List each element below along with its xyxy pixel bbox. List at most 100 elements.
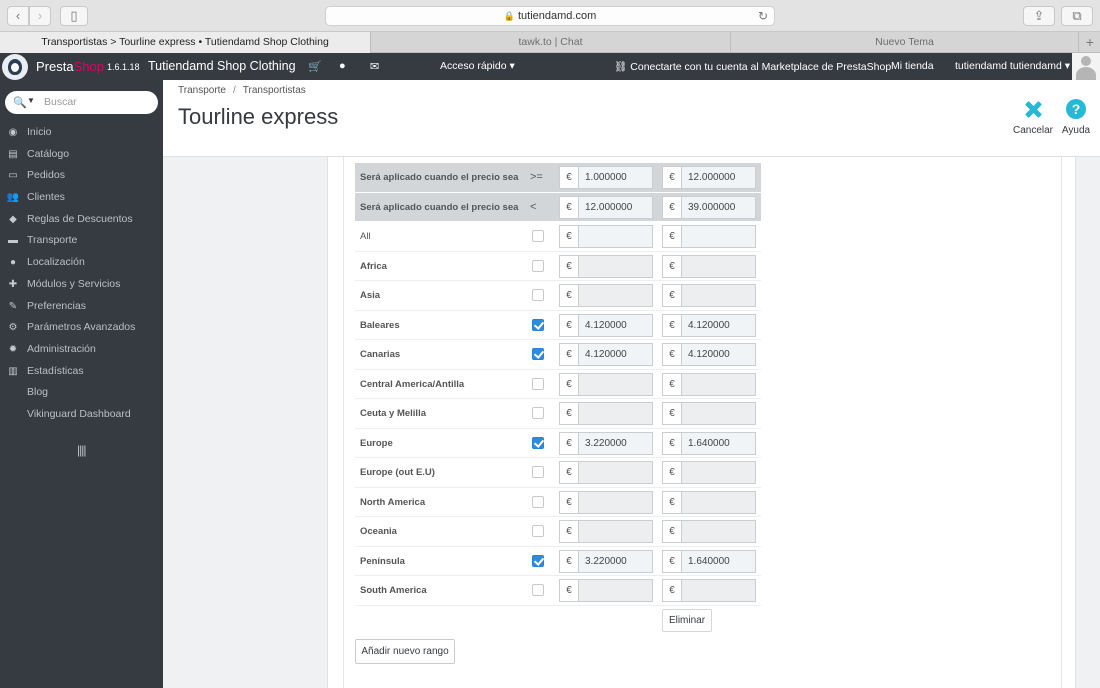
price-input[interactable]: € <box>559 402 653 425</box>
sidebar-item[interactable]: ● Localización <box>0 252 163 274</box>
zone-checkbox[interactable] <box>532 289 544 301</box>
zone-checkbox[interactable] <box>532 525 544 537</box>
price-input[interactable]: € <box>662 461 756 484</box>
address-bar[interactable]: 🔒 tutiendamd.com ↻ <box>325 6 775 26</box>
price-value[interactable]: 39.000000 <box>682 196 755 218</box>
price-value[interactable]: 3.220000 <box>579 432 652 454</box>
price-value[interactable]: 4.120000 <box>579 314 652 336</box>
sidebar-toggle-icon[interactable]: ▯ <box>60 6 88 26</box>
price-input[interactable]: € <box>662 402 756 425</box>
cart-icon[interactable]: 🛒 <box>308 60 322 73</box>
price-input[interactable]: € <box>662 579 756 602</box>
price-input[interactable]: €4.120000 <box>559 313 653 337</box>
zone-checkbox[interactable] <box>532 554 544 567</box>
collapse-menu-icon[interactable]: |||| <box>77 443 87 457</box>
marketplace-link[interactable]: ⛓ Conectarte con tu cuenta al Marketplac… <box>614 60 891 73</box>
zone-checkbox[interactable] <box>532 436 544 449</box>
sidebar-item[interactable]: ◉ Inicio <box>0 122 163 144</box>
price-input[interactable]: €1.640000 <box>662 549 756 573</box>
price-value[interactable] <box>682 491 755 513</box>
price-value[interactable]: 4.120000 <box>682 344 755 365</box>
price-value[interactable]: 12.000000 <box>682 167 755 188</box>
user-menu[interactable]: tutiendamd tutiendamd ▾ <box>955 60 1070 72</box>
price-value[interactable]: 1.000000 <box>579 167 652 188</box>
price-value[interactable] <box>682 403 755 424</box>
price-value[interactable] <box>579 491 652 513</box>
price-input[interactable]: € <box>559 372 653 396</box>
price-input[interactable]: €3.220000 <box>559 431 653 455</box>
sidebar-item[interactable]: ▬ Transporte <box>0 230 163 252</box>
new-tab-icon[interactable]: + <box>1080 32 1100 53</box>
price-input[interactable]: € <box>662 284 756 307</box>
sidebar-item[interactable]: ▥ Estadísticas <box>0 361 163 383</box>
zone-checkbox[interactable] <box>532 230 544 242</box>
forward-icon[interactable]: › <box>29 6 51 26</box>
price-value[interactable] <box>682 580 755 601</box>
sidebar-item[interactable]: ◆ Reglas de Descuentos <box>0 209 163 231</box>
price-input[interactable]: € <box>662 372 756 396</box>
cancel-button[interactable]: Cancelar <box>1011 99 1055 136</box>
avatar[interactable] <box>1072 53 1100 80</box>
sidebar-item[interactable]: ⚙ Parámetros Avanzados <box>0 317 163 339</box>
search-input[interactable]: 🔍 ▼ Buscar <box>5 91 158 114</box>
my-shop-link[interactable]: Mi tienda <box>891 60 934 72</box>
delete-range-button[interactable]: Eliminar <box>662 608 712 632</box>
sidebar-item[interactable]: ✹ Administración <box>0 339 163 361</box>
price-value[interactable] <box>682 373 755 395</box>
price-value[interactable] <box>682 285 755 306</box>
zone-checkbox[interactable] <box>532 495 544 508</box>
sidebar-item[interactable]: Blog <box>0 382 163 404</box>
quick-access-menu[interactable]: Acceso rápido ▾ <box>440 60 515 72</box>
back-icon[interactable]: ‹ <box>7 6 29 26</box>
price-input[interactable]: €4.120000 <box>662 313 756 337</box>
user-icon[interactable]: ● <box>339 60 346 72</box>
browser-tab[interactable]: tawk.to | Chat <box>371 32 731 53</box>
add-range-button[interactable]: Añadir nuevo rango <box>355 639 455 664</box>
zone-checkbox[interactable] <box>532 318 544 331</box>
price-input[interactable]: € <box>559 490 653 514</box>
share-icon[interactable]: ⇪ <box>1023 6 1055 26</box>
sidebar-item[interactable]: 👥 Clientes <box>0 187 163 209</box>
shop-name[interactable]: Tutiendamd Shop Clothing <box>148 59 296 73</box>
sidebar-item[interactable]: ▭ Pedidos <box>0 165 163 187</box>
zone-checkbox[interactable] <box>532 466 544 478</box>
zone-checkbox[interactable] <box>532 407 544 419</box>
price-input[interactable]: €4.120000 <box>559 343 653 366</box>
price-value[interactable] <box>579 255 652 277</box>
browser-tab[interactable]: Transportistas > Tourline express • Tuti… <box>0 32 371 53</box>
price-input[interactable]: €1.000000 <box>559 166 653 189</box>
sidebar-item[interactable]: ▤ Catálogo <box>0 144 163 166</box>
price-input[interactable]: € <box>662 490 756 514</box>
price-value[interactable] <box>682 521 755 542</box>
price-input[interactable]: €4.120000 <box>662 343 756 366</box>
price-value[interactable] <box>579 403 652 424</box>
price-input[interactable]: €12.000000 <box>662 166 756 189</box>
price-input[interactable]: € <box>559 520 653 543</box>
price-input[interactable]: € <box>662 254 756 278</box>
zone-checkbox[interactable] <box>532 584 544 596</box>
price-input[interactable]: € <box>662 225 756 248</box>
brand-name[interactable]: PrestaShop <box>36 59 104 74</box>
price-input[interactable]: € <box>559 461 653 484</box>
price-input[interactable]: € <box>559 579 653 602</box>
price-value[interactable]: 1.640000 <box>682 550 755 572</box>
price-input[interactable]: €3.220000 <box>559 549 653 573</box>
price-value[interactable] <box>579 462 652 483</box>
price-value[interactable]: 1.640000 <box>682 432 755 454</box>
price-input[interactable]: € <box>559 225 653 248</box>
price-value[interactable] <box>682 462 755 483</box>
price-input[interactable]: € <box>559 254 653 278</box>
price-value[interactable] <box>579 285 652 306</box>
price-value[interactable] <box>579 226 652 247</box>
caret-down-icon[interactable]: ▼ <box>27 96 35 105</box>
price-value[interactable] <box>682 255 755 277</box>
breadcrumb-item[interactable]: Transportistas <box>243 85 306 96</box>
price-value[interactable]: 4.120000 <box>579 344 652 365</box>
sidebar-item[interactable]: ✎ Preferencias <box>0 296 163 318</box>
reload-icon[interactable]: ↻ <box>758 7 768 25</box>
tabs-overview-icon[interactable]: ⧉ <box>1061 6 1093 26</box>
price-input[interactable]: €1.640000 <box>662 431 756 455</box>
price-input[interactable]: € <box>559 284 653 307</box>
sidebar-item[interactable]: Vikinguard Dashboard <box>0 404 163 426</box>
zone-checkbox[interactable] <box>532 259 544 272</box>
